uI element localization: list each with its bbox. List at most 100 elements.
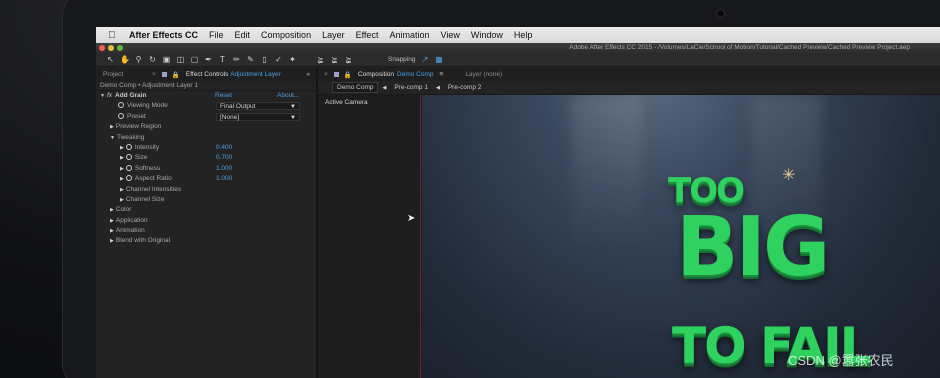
menu-window[interactable]: Window [471, 30, 503, 40]
stopwatch-icon[interactable] [125, 175, 132, 182]
group-row-channel-intensities[interactable]: ▶ Channel Intensities [96, 185, 316, 195]
expand-arrow-icon[interactable]: ▼ [100, 93, 105, 99]
menu-layer[interactable]: Layer [322, 30, 345, 40]
about-link[interactable]: About... [277, 91, 299, 101]
tab-menu-icon[interactable]: ≡ [440, 71, 444, 78]
mouse-cursor-icon: ➤ [407, 213, 416, 224]
group-label: Color [115, 206, 132, 214]
breadcrumb-demo-comp[interactable]: Demo Comp [332, 82, 379, 93]
group-label: Application [115, 216, 148, 224]
aspect-ratio-value[interactable]: 1.000 [216, 174, 232, 184]
snapping-toggle-icon[interactable]: ↗ [420, 55, 429, 64]
shape-tool-icon[interactable]: ▢ [190, 55, 199, 64]
lock-icon[interactable]: 🔒 [344, 71, 352, 79]
group-row-channel-size[interactable]: ▶ Channel Size [96, 195, 316, 205]
minimize-window-button[interactable] [108, 45, 114, 51]
hand-tool-icon[interactable]: ✋ [120, 55, 130, 64]
view-axis-icon[interactable]: ⪶ [344, 55, 353, 64]
expand-arrow-icon[interactable]: ▶ [110, 124, 114, 130]
guide-line[interactable] [420, 95, 421, 378]
stopwatch-icon[interactable] [118, 102, 124, 109]
preset-dropdown[interactable]: [None] ▼ [216, 112, 300, 121]
snapping-options-icon[interactable]: ▦ [434, 55, 443, 64]
pan-behind-tool-icon[interactable]: ◫ [176, 55, 185, 64]
stopwatch-icon[interactable] [125, 143, 132, 150]
group-label: Blend with Original [115, 237, 171, 245]
menu-edit[interactable]: Edit [235, 30, 251, 40]
stopwatch-icon[interactable] [125, 154, 132, 161]
screen:  After Effects CC File Edit Composition… [96, 27, 940, 378]
rotate-tool-icon[interactable]: ↻ [148, 55, 157, 64]
menu-effect[interactable]: Effect [356, 30, 379, 40]
group-row-color[interactable]: ▶ Color [96, 205, 316, 215]
menu-file[interactable]: File [209, 30, 224, 40]
group-row-application[interactable]: ▶ Application [96, 216, 316, 226]
expand-arrow-icon[interactable]: ▶ [120, 145, 124, 151]
brush-tool-icon[interactable]: ✏ [232, 55, 241, 64]
camera-tool-icon[interactable]: ▣ [162, 55, 171, 64]
expand-arrow-icon[interactable]: ▶ [110, 218, 114, 224]
tab-effect-controls[interactable]: Effect Controls [186, 71, 229, 78]
composition-viewer[interactable]: Active Camera ➤ ✳ TOO BIG TO FAIL [318, 95, 940, 378]
intensity-value[interactable]: 0.400 [216, 143, 232, 153]
group-label: Preview Region [115, 123, 162, 131]
viewing-mode-dropdown[interactable]: Final Output ▼ [216, 102, 300, 111]
tab-project[interactable]: Project [96, 71, 152, 78]
tab-composition-name[interactable]: Demo Comp [397, 71, 433, 78]
collapse-arrow-icon[interactable]: ▼ [110, 135, 115, 141]
roto-brush-tool-icon[interactable]: ✓ [274, 55, 283, 64]
panel-menu-icon[interactable] [333, 72, 339, 77]
expand-panels-icon[interactable]: » [306, 71, 310, 78]
comp-canvas[interactable]: ✳ TOO BIG TO FAIL [422, 95, 940, 378]
expand-arrow-icon[interactable]: ▶ [120, 197, 124, 203]
breadcrumb-pre-comp-1[interactable]: Pre-comp 1 [390, 83, 432, 92]
pen-tool-icon[interactable]: ✒ [204, 55, 213, 64]
expand-arrow-icon[interactable]: ▶ [110, 228, 114, 234]
puppet-tool-icon[interactable]: ✦ [288, 55, 297, 64]
zoom-window-button[interactable] [117, 45, 123, 51]
close-tab-icon[interactable]: × [324, 71, 328, 78]
effect-row-add-grain[interactable]: ▼ fx Add Grain Reset About... [96, 91, 316, 101]
expand-arrow-icon[interactable]: ▶ [110, 207, 114, 213]
expand-arrow-icon[interactable]: ▶ [120, 187, 124, 193]
menu-animation[interactable]: Animation [389, 30, 429, 40]
eraser-tool-icon[interactable]: ▯ [260, 55, 269, 64]
stopwatch-icon[interactable] [118, 112, 124, 119]
group-row-animation[interactable]: ▶ Animation [96, 226, 316, 236]
apple-icon[interactable]:  [108, 30, 118, 41]
menu-view[interactable]: View [440, 30, 459, 40]
tab-layer[interactable]: Layer (none) [465, 71, 502, 78]
type-tool-icon[interactable]: T [218, 55, 227, 64]
close-window-button[interactable] [99, 45, 105, 51]
lock-icon[interactable]: 🔒 [172, 71, 180, 79]
selection-tool-icon[interactable]: ↖ [106, 55, 115, 64]
group-row-tweaking[interactable]: ▼ Tweaking [96, 133, 316, 143]
group-label: Channel Intensities [125, 185, 182, 193]
stopwatch-icon[interactable] [125, 164, 132, 171]
panel-menu-icon[interactable] [161, 72, 167, 77]
group-row-preview-region[interactable]: ▶ Preview Region [96, 122, 316, 132]
expand-arrow-icon[interactable]: ▶ [120, 176, 124, 182]
reset-link[interactable]: Reset [215, 91, 232, 101]
expand-arrow-icon[interactable]: ▶ [120, 155, 124, 161]
zoom-tool-icon[interactable]: ⚲ [134, 55, 143, 64]
prop-label: Aspect Ratio [134, 175, 172, 183]
expand-arrow-icon[interactable]: ▶ [120, 166, 124, 172]
group-row-blend[interactable]: ▶ Blend with Original [96, 236, 316, 246]
fx-icon[interactable]: fx [107, 92, 112, 99]
breadcrumb-pre-comp-2[interactable]: Pre-comp 2 [444, 83, 486, 92]
close-tab-icon[interactable]: × [152, 71, 156, 78]
menu-composition[interactable]: Composition [261, 30, 311, 40]
size-value[interactable]: 0.700 [216, 153, 232, 163]
expand-arrow-icon[interactable]: ▶ [110, 238, 114, 244]
menu-app-name[interactable]: After Effects CC [129, 30, 198, 40]
menu-help[interactable]: Help [514, 30, 533, 40]
tab-composition[interactable]: Composition [358, 71, 394, 78]
prop-row-softness: ▶ Softness 1.000 [96, 164, 316, 174]
snapping-label[interactable]: Snapping [388, 56, 415, 63]
softness-value[interactable]: 1.000 [216, 164, 232, 174]
world-axis-icon[interactable]: ⪶ [330, 55, 339, 64]
clone-tool-icon[interactable]: ✎ [246, 55, 255, 64]
title-word-big: BIG [676, 200, 830, 295]
local-axis-icon[interactable]: ⪶ [316, 55, 325, 64]
